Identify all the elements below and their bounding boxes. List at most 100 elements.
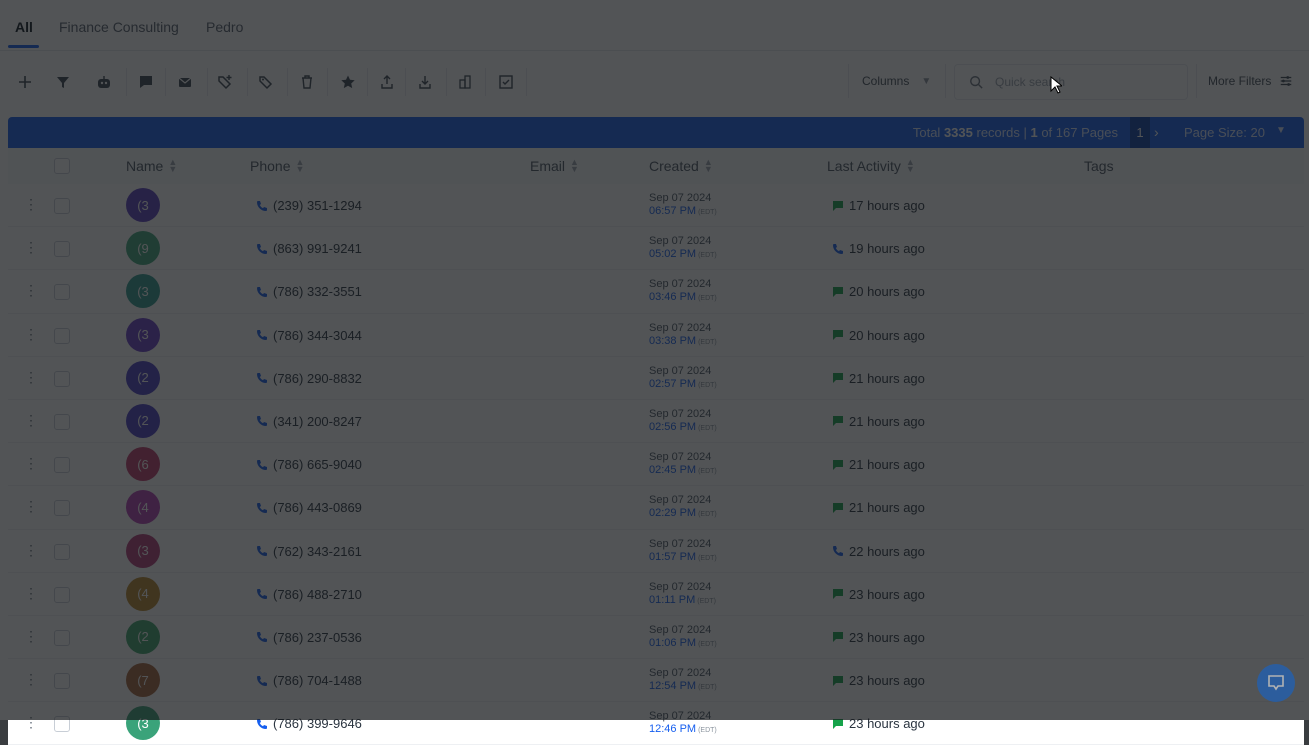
column-header-email[interactable]: Email ▲ ▼ xyxy=(530,158,579,175)
table-row[interactable]: ⋮ (4 (786) 443-0869 Sep 07 2024 02:29 PM (EDT… xyxy=(8,486,1304,530)
review-icon[interactable] xyxy=(491,68,521,96)
row-menu-icon[interactable]: ⋮ xyxy=(24,542,38,559)
row-checkbox[interactable] xyxy=(54,241,70,258)
columns-dropdown[interactable]: Columns ▼ xyxy=(848,64,946,98)
table-row[interactable]: ⋮ (3 (786) 344-3044 Sep 07 2024 03:38 PM (EDT… xyxy=(8,313,1304,357)
quick-search[interactable] xyxy=(954,64,1188,100)
row-menu-icon[interactable]: ⋮ xyxy=(24,498,38,515)
table-row[interactable]: ⋮ (9 (863) 991-9241 Sep 07 2024 05:02 PM (EDT… xyxy=(8,227,1304,271)
row-checkbox[interactable] xyxy=(54,629,70,646)
avatar[interactable]: (3 xyxy=(126,533,160,568)
row-checkbox[interactable] xyxy=(54,413,70,430)
table-row[interactable]: ⋮ (2 (341) 200-8247 Sep 07 2024 02:56 PM (EDT… xyxy=(8,399,1304,444)
row-menu-icon[interactable]: ⋮ xyxy=(24,196,38,213)
total-prefix: Total xyxy=(912,125,941,140)
table-row[interactable]: ⋮ (3 (239) 351-1294 Sep 07 2024 06:57 PM (EDT… xyxy=(8,184,1304,228)
add-tag-icon[interactable] xyxy=(210,68,240,96)
import-icon[interactable] xyxy=(410,68,440,96)
avatar[interactable]: (7 xyxy=(126,663,160,698)
row-checkbox[interactable] xyxy=(54,370,70,387)
tab-pedro[interactable]: Pedro xyxy=(206,19,243,35)
avatar[interactable]: (4 xyxy=(126,576,160,611)
phone-link[interactable]: (863) 991-9241 xyxy=(256,241,362,256)
tab-finance-consulting[interactable]: Finance Consulting xyxy=(59,19,179,35)
phone-link[interactable]: (239) 351-1294 xyxy=(256,198,362,213)
chat-widget-button[interactable] xyxy=(1257,664,1295,702)
filter-icon[interactable] xyxy=(48,68,78,96)
column-header-phone[interactable]: Phone ▲ ▼ xyxy=(250,158,304,175)
table-row[interactable]: ⋮ (3 (786) 399-9646 Sep 07 2024 12:46 PM (EDT… xyxy=(8,702,1304,745)
column-header-created[interactable]: Created ▲ ▼ xyxy=(649,158,713,175)
row-menu-icon[interactable]: ⋮ xyxy=(24,369,38,386)
star-icon[interactable] xyxy=(333,68,363,96)
phone-link[interactable]: (786) 237-0536 xyxy=(256,630,362,645)
avatar[interactable]: (2 xyxy=(126,360,160,395)
phone-link[interactable]: (786) 704-1488 xyxy=(256,673,362,688)
select-all-checkbox[interactable] xyxy=(54,158,70,174)
column-header-name[interactable]: Name ▲ ▼ xyxy=(126,158,177,175)
row-checkbox[interactable] xyxy=(54,284,70,301)
row-menu-icon[interactable]: ⋮ xyxy=(24,714,38,731)
row-checkbox[interactable] xyxy=(54,198,70,214)
row-checkbox[interactable] xyxy=(54,673,70,690)
merge-icon[interactable] xyxy=(450,68,480,96)
row-checkbox[interactable] xyxy=(54,543,70,560)
export-icon[interactable] xyxy=(372,68,402,96)
phone-link[interactable]: (786) 344-3044 xyxy=(256,328,362,343)
phone-link[interactable]: (786) 488-2710 xyxy=(256,587,362,602)
row-menu-icon[interactable]: ⋮ xyxy=(24,585,38,602)
next-page-icon[interactable]: › xyxy=(1154,124,1159,140)
phone-link[interactable]: (786) 399-9646 xyxy=(256,716,362,731)
tab-all[interactable]: All xyxy=(15,19,33,35)
avatar[interactable]: (9 xyxy=(126,231,160,266)
avatar[interactable]: (3 xyxy=(126,188,160,222)
avatar[interactable]: (2 xyxy=(126,619,160,654)
table-row[interactable]: ⋮ (6 (786) 665-9040 Sep 07 2024 02:45 PM (EDT… xyxy=(8,443,1304,487)
row-checkbox[interactable] xyxy=(54,327,70,344)
avatar[interactable]: (3 xyxy=(126,274,160,309)
row-checkbox[interactable] xyxy=(54,716,70,733)
created-time: 02:45 PM xyxy=(649,464,697,477)
table-row[interactable]: ⋮ (3 (762) 343-2161 Sep 07 2024 01:57 PM (EDT… xyxy=(8,529,1304,573)
phone-link[interactable]: (786) 443-0869 xyxy=(256,500,362,515)
more-filters-button[interactable]: More Filters xyxy=(1196,64,1305,98)
row-checkbox[interactable] xyxy=(54,457,70,474)
row-menu-icon[interactable]: ⋮ xyxy=(24,326,38,343)
avatar[interactable]: (2 xyxy=(126,403,160,438)
robot-icon[interactable] xyxy=(89,68,119,96)
row-menu-icon[interactable]: ⋮ xyxy=(24,282,38,299)
sms-icon[interactable] xyxy=(131,68,161,96)
table-row[interactable]: ⋮ (3 (786) 332-3551 Sep 07 2024 03:46 PM (EDT… xyxy=(8,270,1304,314)
phone-link[interactable]: (762) 343-2161 xyxy=(256,544,362,559)
timezone-label: (EDT) xyxy=(698,554,717,562)
row-checkbox[interactable] xyxy=(54,586,70,603)
row-menu-icon[interactable]: ⋮ xyxy=(24,412,38,429)
avatar[interactable]: (3 xyxy=(126,706,160,741)
delete-icon[interactable] xyxy=(292,68,322,96)
phone-link[interactable]: (341) 200-8247 xyxy=(256,414,362,429)
search-input[interactable] xyxy=(993,74,1177,90)
row-checkbox[interactable] xyxy=(54,500,70,517)
row-menu-icon[interactable]: ⋮ xyxy=(24,455,38,472)
table-row[interactable]: ⋮ (4 (786) 488-2710 Sep 07 2024 01:11 PM (EDT… xyxy=(8,572,1304,616)
row-menu-icon[interactable]: ⋮ xyxy=(24,239,38,256)
phone-link[interactable]: (786) 290-8832 xyxy=(256,371,362,386)
avatar[interactable]: (3 xyxy=(126,317,160,352)
avatar[interactable]: (6 xyxy=(126,447,160,482)
tag-icon[interactable] xyxy=(251,68,281,96)
phone-link[interactable]: (786) 332-3551 xyxy=(256,284,362,299)
avatar[interactable]: (4 xyxy=(126,490,160,525)
column-header-last-activity[interactable]: Last Activity ▲ ▼ xyxy=(827,158,915,175)
email-icon[interactable] xyxy=(170,68,200,96)
page-size-select[interactable]: Page Size: 20 xyxy=(1184,125,1265,140)
page-1-button[interactable]: 1 xyxy=(1130,117,1150,148)
table-row[interactable]: ⋮ (2 (786) 237-0536 Sep 07 2024 01:06 PM (EDT… xyxy=(8,615,1304,660)
table-row[interactable]: ⋮ (2 (786) 290-8832 Sep 07 2024 02:57 PM (EDT… xyxy=(8,356,1304,400)
phone-link[interactable]: (786) 665-9040 xyxy=(256,457,362,472)
add-icon[interactable] xyxy=(10,68,40,96)
row-menu-icon[interactable]: ⋮ xyxy=(24,671,38,688)
toolbar-divider xyxy=(405,68,406,96)
created-cell: Sep 07 2024 12:54 PM (EDT) xyxy=(649,667,717,694)
row-menu-icon[interactable]: ⋮ xyxy=(24,628,38,645)
table-row[interactable]: ⋮ (7 (786) 704-1488 Sep 07 2024 12:54 PM (EDT… xyxy=(8,659,1304,703)
